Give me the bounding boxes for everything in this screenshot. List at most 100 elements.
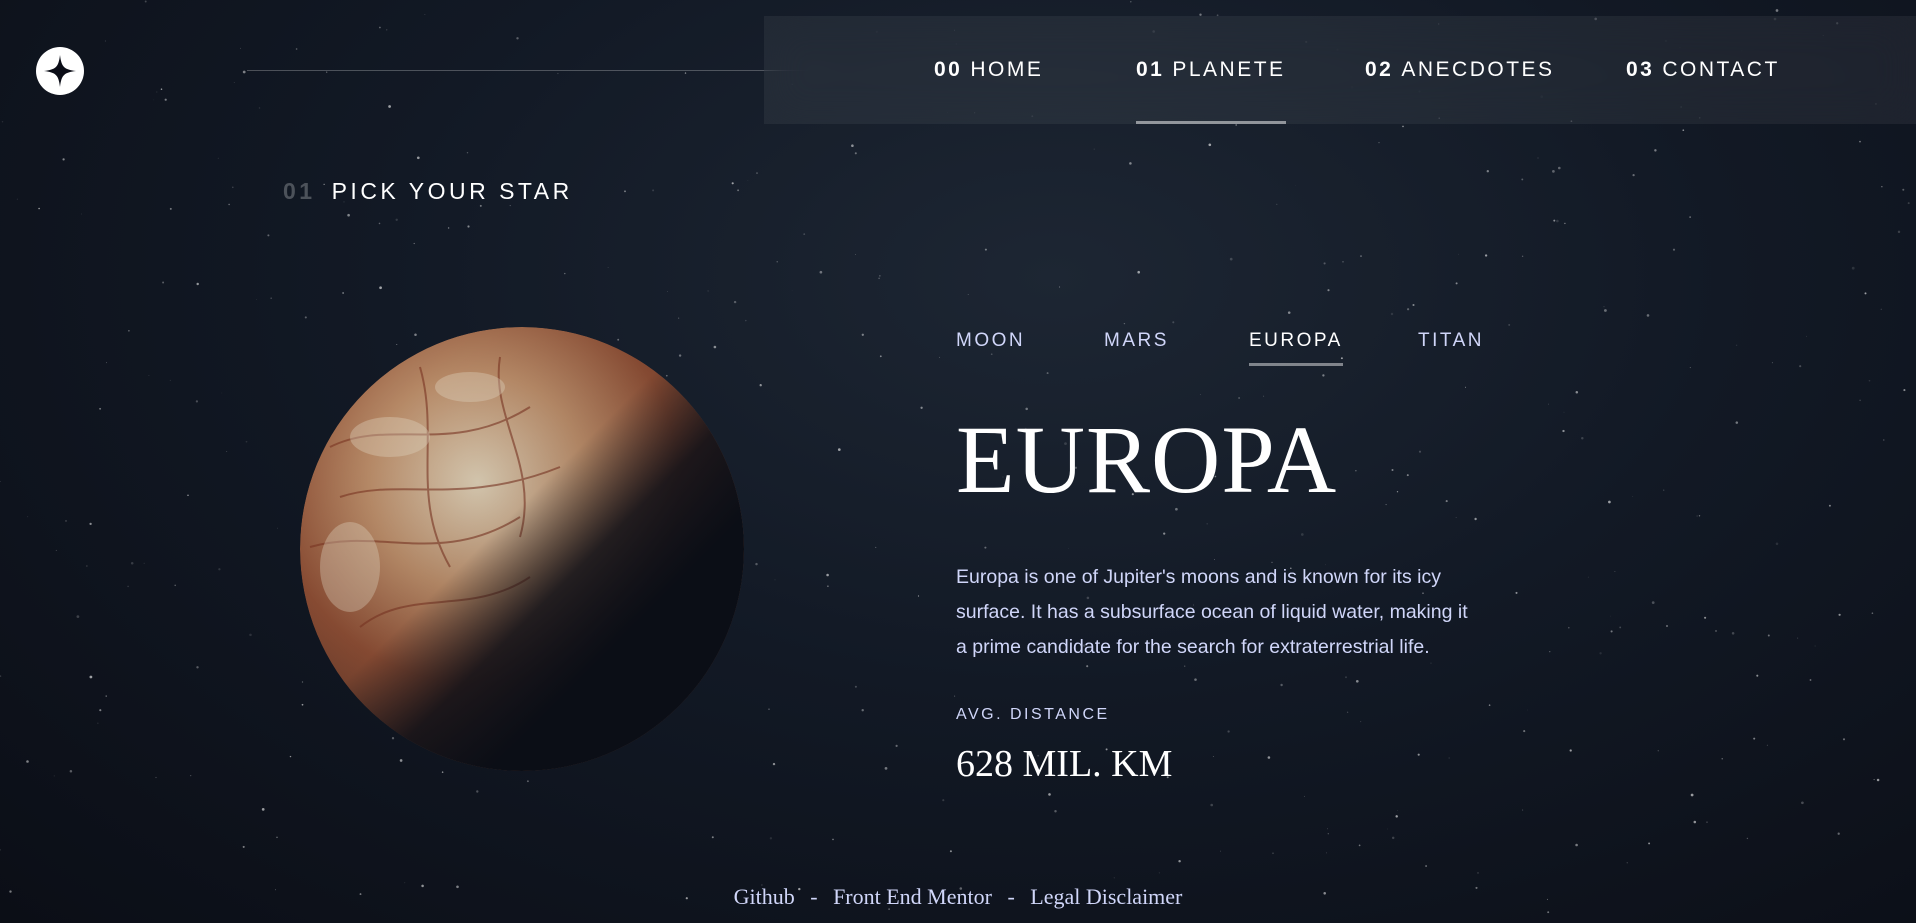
star-dot: [379, 286, 382, 290]
star-dot: [1704, 616, 1707, 619]
distance-label: AVG. DISTANCE: [956, 706, 1110, 723]
star-dot: [1756, 674, 1759, 677]
star-dot: [228, 203, 230, 206]
star-dot: [1194, 678, 1197, 681]
star-dot: [1828, 504, 1831, 507]
star-dot: [240, 47, 241, 49]
planet-name-heading: EUROPA: [956, 406, 1338, 513]
star-dot: [1842, 738, 1846, 741]
star-dot: [1199, 393, 1201, 396]
footer-separator: -: [1007, 884, 1015, 909]
star-dot: [1632, 496, 1634, 497]
star-dot: [755, 562, 758, 566]
star-dot: [190, 775, 192, 777]
star-dot: [826, 573, 829, 577]
star-dot: [1068, 548, 1070, 549]
star-dot: [104, 40, 106, 42]
nav-number: 02: [1365, 58, 1394, 81]
star-dot: [827, 585, 829, 588]
star-dot: [1048, 793, 1051, 796]
star-dot: [174, 584, 176, 587]
star-dot: [1386, 828, 1388, 830]
star-dot: [884, 767, 888, 770]
tab-moon[interactable]: MOON: [956, 330, 1025, 366]
star-dot: [1086, 665, 1089, 668]
page-title-text: PICK YOUR STAR: [331, 178, 573, 204]
star-dot: [1396, 491, 1399, 493]
star-dot: [277, 527, 278, 529]
star-dot: [711, 836, 714, 839]
star-dot: [851, 144, 854, 147]
star-dot: [1626, 862, 1629, 864]
nav-item-planete[interactable]: 01 PLANETE: [1136, 16, 1286, 124]
star-dot: [509, 205, 511, 207]
star-dot: [737, 189, 740, 192]
star-dot: [1227, 730, 1230, 733]
star-dot: [1746, 837, 1749, 840]
star-dot: [942, 799, 945, 802]
star-dot: [1360, 721, 1362, 723]
star-dot: [1547, 911, 1550, 914]
footer-link-frontend-mentor[interactable]: Front End Mentor: [833, 884, 992, 909]
star-dot: [1477, 872, 1479, 874]
star-dot: [379, 26, 381, 29]
star-dot: [1587, 576, 1589, 578]
planet-description: Europa is one of Jupiter's moons and is …: [956, 566, 1468, 658]
star-dot: [1360, 255, 1362, 257]
star-dot: [1721, 758, 1723, 760]
star-dot: [772, 762, 776, 766]
star-dot: [1575, 390, 1579, 394]
footer-link-github[interactable]: Github: [734, 884, 795, 909]
star-dot: [854, 152, 857, 155]
tab-titan[interactable]: TITAN: [1418, 330, 1484, 366]
star-dot: [939, 356, 941, 358]
tab-europa[interactable]: EUROPA: [1249, 330, 1343, 366]
star-dot: [1455, 282, 1458, 285]
star-dot: [1163, 532, 1166, 535]
nav-item-anecdotes[interactable]: 02 ANECDOTES: [1365, 16, 1555, 124]
star-dot: [1526, 709, 1528, 711]
star-dot: [760, 384, 761, 385]
star-dot: [1407, 308, 1410, 311]
star-dot: [1272, 852, 1274, 855]
star-dot: [678, 317, 680, 319]
star-dot: [1563, 411, 1565, 413]
star-dot: [791, 289, 793, 291]
star-dot: [130, 561, 134, 565]
star-dot: [1391, 469, 1394, 471]
nav-item-home[interactable]: 00 HOME: [934, 16, 1043, 124]
star-dot: [1651, 601, 1655, 604]
star-dot: [143, 562, 145, 564]
star-dot: [1672, 248, 1676, 251]
star-dot: [984, 248, 987, 251]
star-dot: [1558, 166, 1561, 170]
star-dot: [1903, 389, 1906, 392]
star-dot: [1445, 500, 1448, 503]
star-dot: [1689, 367, 1691, 369]
star-dot: [153, 99, 155, 101]
star-dot: [759, 384, 762, 387]
star-dot: [1059, 286, 1061, 288]
star-dot: [1663, 489, 1665, 491]
page-title-number: 01: [283, 178, 316, 204]
europa-planet-image: [300, 327, 744, 771]
star-dot: [245, 440, 248, 443]
star-dot: [86, 565, 88, 567]
star-dot: [745, 319, 747, 322]
star-dot: [196, 666, 199, 669]
star-logo-icon[interactable]: [36, 47, 84, 95]
star-dot: [233, 81, 235, 83]
star-dot: [768, 708, 770, 710]
star-dot: [1897, 230, 1901, 234]
star-dot: [80, 213, 83, 215]
nav-label: ANECDOTES: [1401, 58, 1555, 81]
star-dot: [466, 152, 469, 154]
footer-link-legal-disclaimer[interactable]: Legal Disclaimer: [1030, 884, 1182, 909]
star-dot: [1715, 630, 1717, 632]
star-dot: [1396, 809, 1398, 811]
star-dot: [270, 297, 273, 300]
tab-mars[interactable]: MARS: [1104, 330, 1169, 366]
star-dot: [169, 379, 171, 381]
nav-item-contact[interactable]: 03 CONTACT: [1626, 16, 1780, 124]
star-dot: [837, 448, 841, 451]
